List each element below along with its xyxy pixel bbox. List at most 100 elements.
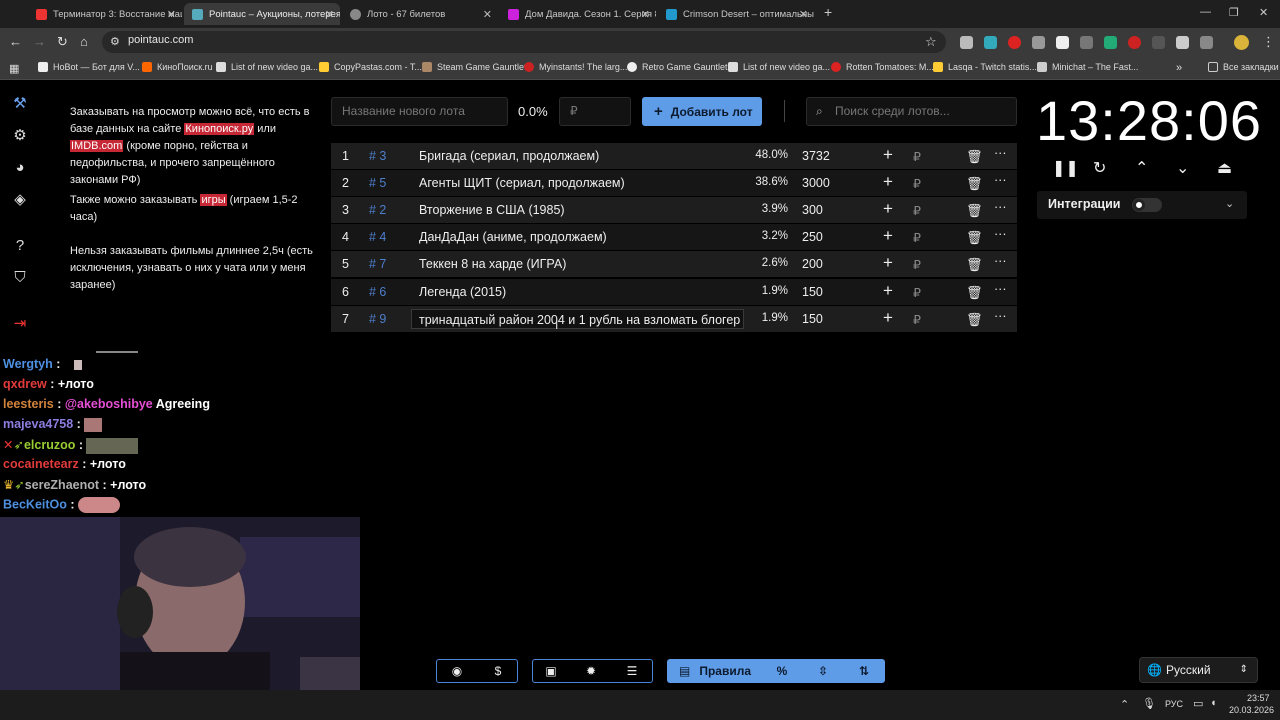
chevron-down-icon[interactable]: ⌄ bbox=[1225, 197, 1234, 210]
integrations-toggle[interactable] bbox=[1132, 198, 1162, 212]
table-row[interactable]: 2 # 5 Агенты ЩИТ (сериал, продолжаем) 38… bbox=[331, 170, 1017, 196]
new-tab-icon[interactable]: + bbox=[824, 4, 832, 20]
network-icon[interactable]: ▭ bbox=[1193, 697, 1203, 710]
percent-toggle-button[interactable]: % bbox=[771, 659, 793, 683]
all-bookmarks[interactable]: Все закладки bbox=[1208, 62, 1279, 72]
more-icon[interactable]: ··· bbox=[994, 200, 1007, 214]
table-row[interactable]: 3 # 2 Вторжение в США (1985) 3.9% 300 + … bbox=[331, 197, 1017, 223]
github-icon[interactable]: ◉ bbox=[446, 659, 468, 683]
kinopoisk-link[interactable]: Кинопоиск.ру bbox=[184, 123, 255, 135]
lot-name[interactable]: Бригада (сериал, продолжаем) bbox=[419, 149, 741, 163]
table-row[interactable]: 6 # 6 Легенда (2015) 1.9% 150 + ₽ 🗑 ··· bbox=[331, 279, 1017, 305]
browser-tab-active[interactable]: Pointauc – Аукционы, лотерея ✕ bbox=[184, 3, 340, 25]
extension-icon[interactable] bbox=[1008, 36, 1021, 49]
bookmark-item[interactable]: List of new video ga... bbox=[216, 62, 318, 72]
eject-icon[interactable]: ⏏ bbox=[1217, 158, 1232, 178]
lot-amount[interactable]: 150 bbox=[802, 285, 823, 299]
lot-amount[interactable]: 300 bbox=[802, 203, 823, 217]
browser-tab[interactable]: Лото - 67 билетов ✕ bbox=[342, 3, 498, 25]
close-icon[interactable]: ✕ bbox=[641, 8, 650, 21]
integrations-panel[interactable]: Интеграции ⌄ bbox=[1037, 191, 1247, 219]
delete-icon[interactable]: 🗑 bbox=[966, 230, 983, 246]
lot-name-input[interactable]: тринадцатый район 2004 и 1 рубль на взло… bbox=[411, 309, 744, 329]
add-amount-icon[interactable]: + bbox=[883, 253, 893, 273]
browser-tab[interactable]: Терминатор 3: Восстание маш ✕ bbox=[28, 3, 182, 25]
new-lot-name-input[interactable]: Название нового лота bbox=[331, 97, 508, 126]
compress-icon[interactable]: ⇳ bbox=[812, 659, 834, 683]
bookmark-item[interactable]: Retro Game Gauntlet bbox=[627, 62, 728, 72]
extension-icon[interactable] bbox=[1152, 36, 1165, 49]
window-close-icon[interactable]: ✕ bbox=[1259, 6, 1268, 19]
lot-search-input[interactable]: ⌕ Поиск среди лотов... bbox=[806, 97, 1017, 126]
sort-icon[interactable]: ⇅ bbox=[853, 659, 875, 683]
ruble-icon[interactable]: ₽ bbox=[913, 230, 921, 245]
table-row[interactable]: 1 # 3 Бригада (сериал, продолжаем) 48.0%… bbox=[331, 143, 1017, 169]
rules-button[interactable]: ▤ Правила bbox=[676, 659, 754, 683]
clock-time[interactable]: 23:57 bbox=[1247, 693, 1270, 703]
bug-icon[interactable]: ✹ bbox=[580, 659, 602, 683]
save-icon[interactable]: ▣ bbox=[540, 659, 562, 683]
delete-icon[interactable]: 🗑 bbox=[966, 176, 983, 192]
extension-icon[interactable] bbox=[1104, 36, 1117, 49]
back-icon[interactable]: ← bbox=[9, 34, 22, 50]
bookmark-item[interactable]: Minichat – The Fast... bbox=[1037, 62, 1138, 72]
bookmarks-overflow-icon[interactable]: » bbox=[1176, 62, 1182, 74]
close-icon[interactable]: ✕ bbox=[325, 8, 334, 21]
add-time-up-icon[interactable]: ⌃ bbox=[1135, 158, 1148, 178]
close-icon[interactable]: ✕ bbox=[167, 8, 176, 21]
forward-icon[interactable]: → bbox=[33, 34, 46, 50]
restore-icon[interactable]: ❐ bbox=[1229, 6, 1239, 19]
logout-icon[interactable]: ⇥ bbox=[11, 315, 29, 333]
language-select[interactable]: 🌐 Русский ⇕ bbox=[1139, 657, 1258, 683]
extension-icon[interactable] bbox=[1176, 36, 1189, 49]
bookmark-star-icon[interactable]: ☆ bbox=[925, 34, 937, 50]
reset-icon[interactable]: ↻ bbox=[1093, 158, 1106, 178]
volume-icon[interactable]: ◖ bbox=[1210, 697, 1217, 709]
ruble-icon[interactable]: ₽ bbox=[913, 285, 921, 300]
shield-icon[interactable]: ⛉ bbox=[11, 269, 29, 287]
lot-name[interactable]: Теккен 8 на харде (ИГРА) bbox=[419, 257, 741, 271]
bookmark-item[interactable]: Rotten Tomatoes: M... bbox=[831, 62, 934, 72]
ruble-icon[interactable]: ₽ bbox=[913, 257, 921, 272]
donate-dollar-icon[interactable]: $ bbox=[487, 659, 509, 683]
browser-tab[interactable]: Дом Давида. Сезон 1. Серия 8 ✕ bbox=[500, 3, 656, 25]
tray-chevron-icon[interactable]: ⌃ bbox=[1120, 698, 1129, 711]
lot-amount[interactable]: 250 bbox=[802, 230, 823, 244]
more-icon[interactable]: ··· bbox=[994, 282, 1007, 296]
minimize-icon[interactable]: — bbox=[1200, 6, 1211, 18]
ruble-icon[interactable]: ₽ bbox=[913, 203, 921, 218]
add-amount-icon[interactable]: + bbox=[883, 226, 893, 246]
microphone-icon[interactable]: 🎙 bbox=[1142, 697, 1156, 710]
input-language[interactable]: РУС bbox=[1165, 699, 1183, 709]
extension-icon[interactable] bbox=[960, 36, 973, 49]
lot-name[interactable]: Агенты ЩИТ (сериал, продолжаем) bbox=[419, 176, 741, 190]
wheel-pie-icon[interactable]: ◕ bbox=[11, 159, 29, 177]
delete-icon[interactable]: 🗑 bbox=[966, 149, 983, 165]
lot-name[interactable]: Легенда (2015) bbox=[419, 285, 741, 299]
browser-tab[interactable]: Crimson Desert – оптимальны ✕ bbox=[658, 3, 814, 25]
delete-icon[interactable]: 🗑 bbox=[966, 285, 983, 301]
games-link[interactable]: игры bbox=[200, 194, 227, 206]
delete-icon[interactable]: 🗑 bbox=[966, 257, 983, 273]
bookmark-item[interactable]: Myinstants! The larg... bbox=[524, 62, 627, 72]
add-amount-icon[interactable]: + bbox=[883, 145, 893, 165]
add-amount-icon[interactable]: + bbox=[883, 281, 893, 301]
add-lot-button[interactable]: + Добавить лот bbox=[642, 97, 762, 126]
extension-icon[interactable] bbox=[1056, 36, 1069, 49]
add-amount-icon[interactable]: + bbox=[883, 199, 893, 219]
delete-icon[interactable]: 🗑 bbox=[966, 203, 983, 219]
ruble-icon[interactable]: ₽ bbox=[913, 176, 921, 191]
extension-icon[interactable] bbox=[1032, 36, 1045, 49]
reload-icon[interactable]: ↻ bbox=[57, 34, 68, 50]
close-icon[interactable]: ✕ bbox=[483, 8, 492, 21]
bookmark-item[interactable]: HoBot — Бот для V... bbox=[38, 62, 140, 72]
reduce-time-down-icon[interactable]: ⌄ bbox=[1176, 158, 1189, 178]
new-lot-amount-input[interactable]: ₽ bbox=[559, 97, 631, 126]
add-amount-icon[interactable]: + bbox=[883, 172, 893, 192]
close-icon[interactable]: ✕ bbox=[799, 8, 808, 21]
table-row[interactable]: 4 # 4 ДанДаДан (аниме, продолжаем) 3.2% … bbox=[331, 224, 1017, 250]
ruble-icon[interactable]: ₽ bbox=[913, 312, 921, 327]
bookmark-item[interactable]: Steam Game Gauntlet bbox=[422, 62, 527, 72]
profile-avatar[interactable] bbox=[1234, 35, 1249, 50]
ruble-icon[interactable]: ₽ bbox=[913, 149, 921, 164]
